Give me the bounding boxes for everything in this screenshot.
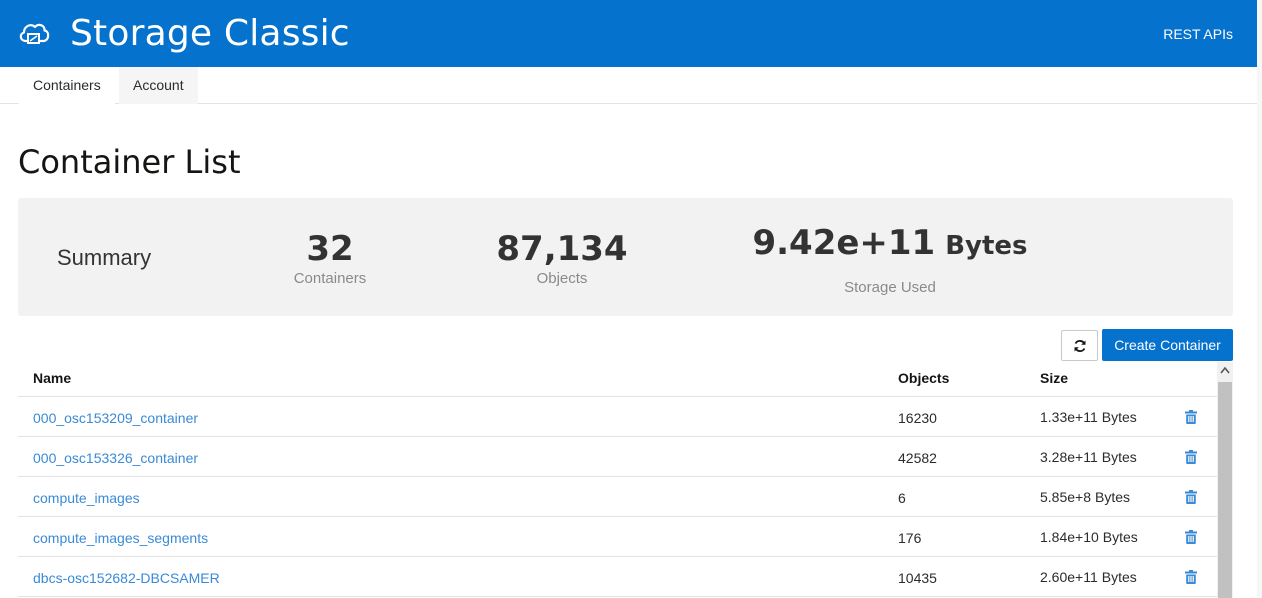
table-row: 000_osc153209_container 16230 1.33e+11 By… <box>18 397 1217 437</box>
size-value: 1.33e+11 <box>1040 409 1098 425</box>
size-value: 3.28e+11 <box>1040 449 1098 465</box>
trash-icon[interactable] <box>1185 410 1197 424</box>
refresh-button[interactable] <box>1061 330 1098 361</box>
refresh-icon <box>1074 340 1086 352</box>
containers-count: 32 <box>306 229 354 269</box>
storage-stat: 9.42e+11 Bytes Storage Used <box>740 224 1040 297</box>
page-title: Container List <box>18 143 241 181</box>
summary-label: Summary <box>57 245 152 270</box>
table-header: Name Objects Size <box>18 360 1217 397</box>
column-header-objects[interactable]: Objects <box>898 370 949 386</box>
container-name-link[interactable]: compute_images <box>33 490 140 506</box>
table-row: dbcs-osc152682-DBCSAMER 10435 2.60e+11 By… <box>18 557 1217 597</box>
container-name-link[interactable]: 000_osc153209_container <box>33 410 198 426</box>
window-scrollbar-track <box>1257 0 1262 598</box>
storage-used-value: 9.42e+11 <box>752 223 936 263</box>
size-value: 5.85e+8 <box>1040 489 1091 505</box>
size-unit: Bytes <box>1102 529 1138 545</box>
container-name-link[interactable]: 000_osc153326_container <box>33 450 198 466</box>
table-scrollbar[interactable] <box>1217 362 1233 598</box>
create-container-button[interactable]: Create Container <box>1102 329 1233 361</box>
container-size: 2.60e+11 Bytes <box>1040 569 1137 585</box>
container-size: 1.33e+11 Bytes <box>1040 409 1137 425</box>
container-name-link[interactable]: dbcs-osc152682-DBCSAMER <box>33 570 220 586</box>
object-count: 42582 <box>898 450 937 466</box>
size-unit: Bytes <box>1095 489 1131 505</box>
container-size: 1.84e+10 Bytes <box>1040 529 1138 545</box>
object-count: 6 <box>898 490 906 506</box>
storage-used-value-row: 9.42e+11 Bytes <box>740 224 1040 265</box>
trash-icon[interactable] <box>1185 530 1197 544</box>
object-count: 176 <box>898 530 922 546</box>
storage-used-caption: Storage Used <box>844 279 936 296</box>
scrollbar-thumb[interactable] <box>1218 382 1232 598</box>
tab-account[interactable]: Account <box>119 67 198 104</box>
size-value: 2.60e+11 <box>1040 569 1098 585</box>
table-row: 000_osc153326_container 42582 3.28e+11 By… <box>18 437 1217 477</box>
size-unit: Bytes <box>1101 449 1137 465</box>
size-unit: Bytes <box>1101 569 1137 585</box>
trash-icon[interactable] <box>1185 490 1197 504</box>
tab-containers[interactable]: Containers <box>19 67 115 104</box>
column-header-name[interactable]: Name <box>33 370 71 386</box>
objects-caption: Objects <box>536 270 588 287</box>
object-count: 10435 <box>898 570 937 586</box>
app-title: Storage Classic <box>70 13 350 54</box>
container-name-link[interactable]: compute_images_segments <box>33 530 208 546</box>
objects-count: 87,134 <box>496 229 628 269</box>
scroll-up-arrow-icon[interactable] <box>1217 362 1233 379</box>
size-value: 1.84e+10 <box>1040 529 1099 545</box>
container-table: Name Objects Size 000_osc153209_containe… <box>18 360 1217 597</box>
containers-caption: Containers <box>293 270 367 287</box>
container-size: 3.28e+11 Bytes <box>1040 449 1137 465</box>
containers-stat: 32 Containers <box>280 230 380 288</box>
rest-apis-link[interactable]: REST APIs <box>1163 26 1233 42</box>
app-header: Storage Classic REST APIs <box>0 0 1257 67</box>
table-row: compute_images_segments 176 1.84e+10 Byte… <box>18 517 1217 557</box>
storage-used-unit: Bytes <box>945 231 1028 261</box>
size-unit: Bytes <box>1101 409 1137 425</box>
column-header-size[interactable]: Size <box>1040 370 1068 386</box>
cloud-storage-icon[interactable] <box>17 17 51 51</box>
summary-panel: Summary 32 Containers 87,134 Objects 9.4… <box>18 198 1233 316</box>
table-row: compute_images 6 5.85e+8 Bytes <box>18 477 1217 517</box>
trash-icon[interactable] <box>1185 450 1197 464</box>
trash-icon[interactable] <box>1185 570 1197 584</box>
object-count: 16230 <box>898 410 937 426</box>
tab-bar: Containers Account <box>0 67 1257 104</box>
objects-stat: 87,134 Objects <box>488 230 636 288</box>
container-size: 5.85e+8 Bytes <box>1040 489 1130 505</box>
